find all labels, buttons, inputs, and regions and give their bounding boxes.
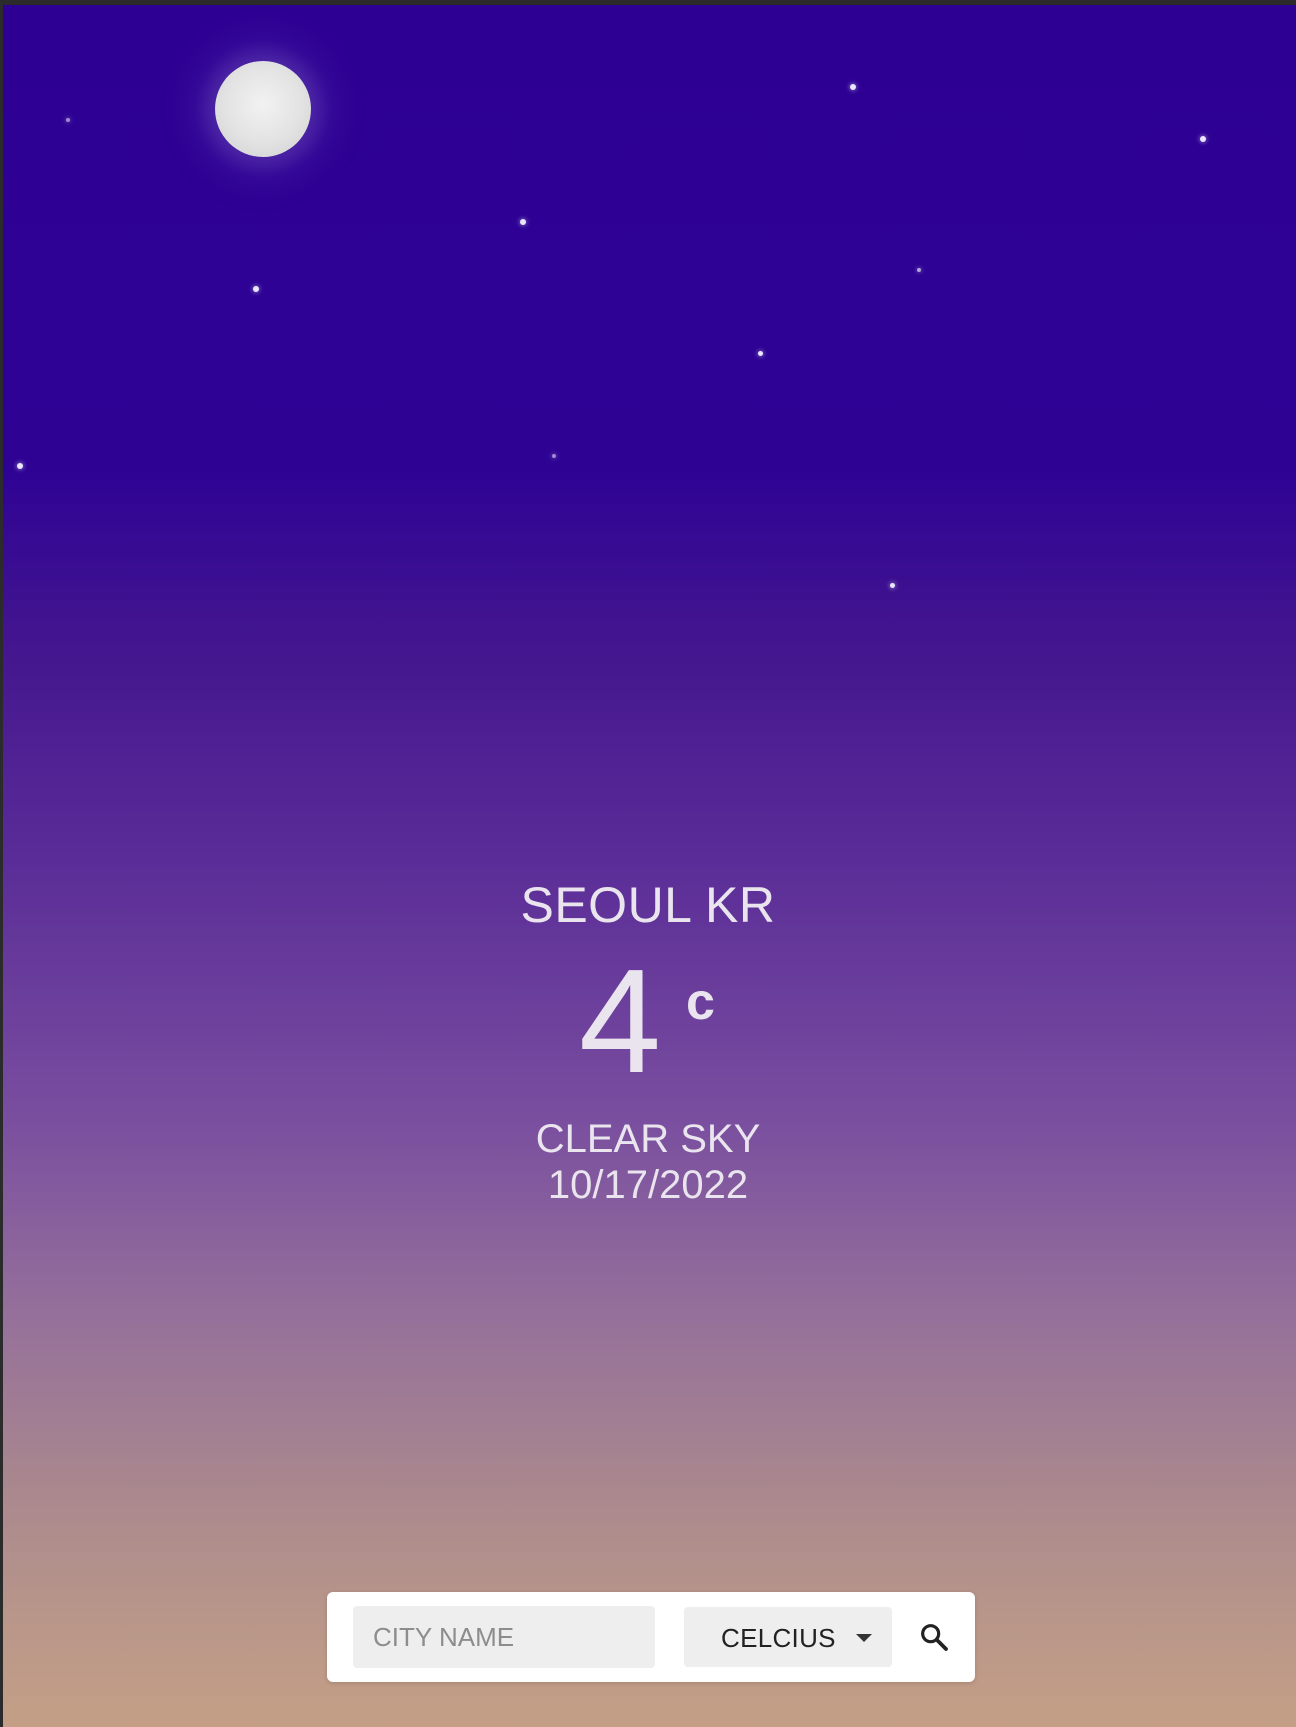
star-icon — [253, 286, 259, 292]
star-icon — [66, 118, 70, 122]
city-name: SEOUL KR — [520, 877, 776, 933]
weather-condition: CLEAR SKY — [535, 1117, 761, 1161]
star-icon — [552, 454, 556, 458]
night-sky-background — [3, 5, 1296, 1727]
city-name-input[interactable] — [353, 1606, 655, 1668]
star-icon — [520, 219, 526, 225]
temperature-display: 4 c — [0, 939, 1296, 1104]
unit-select-label: CELCIUS — [721, 1623, 836, 1653]
star-icon — [917, 268, 921, 272]
app-window: SEOUL KR 4 c CLEAR SKY 10/17/2022 CELCIU… — [0, 0, 1296, 1727]
star-icon — [850, 84, 856, 90]
temperature-unit: c — [686, 973, 715, 1031]
star-icon — [17, 463, 23, 469]
star-icon — [1200, 136, 1206, 142]
search-icon — [921, 1624, 948, 1651]
temperature-value: 4 — [578, 939, 662, 1104]
moon-icon — [215, 61, 311, 157]
star-icon — [890, 583, 895, 588]
caret-down-icon — [856, 1634, 872, 1642]
search-button[interactable] — [907, 1610, 961, 1664]
search-bar: CELCIUS — [327, 1592, 975, 1682]
star-icon — [758, 351, 763, 356]
unit-select[interactable]: CELCIUS — [684, 1607, 892, 1667]
weather-date: 10/17/2022 — [547, 1163, 749, 1207]
